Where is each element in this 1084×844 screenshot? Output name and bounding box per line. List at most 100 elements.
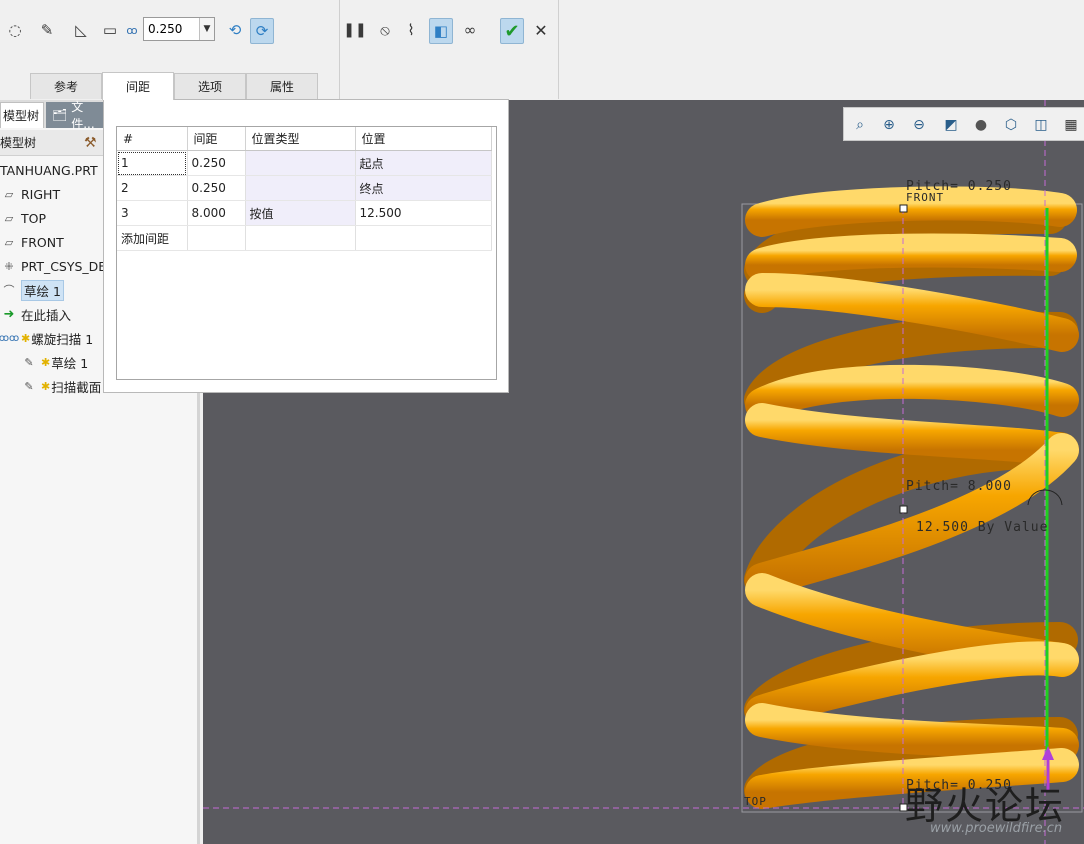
pitch-table-header-row: # 间距 位置类型 位置 — [117, 127, 492, 151]
chevron-down-icon[interactable]: ▼ — [199, 18, 214, 40]
row-number-cell[interactable]: 3 — [117, 200, 188, 226]
top-plane-label: TOP — [744, 795, 767, 808]
empty-cell — [187, 225, 246, 251]
saved-orientations-icon[interactable]: ⬡ — [1000, 114, 1022, 136]
add-pitch-link[interactable]: 添加间距 — [117, 225, 188, 251]
location-label-mid[interactable]: 12.500 By Value — [916, 520, 1048, 535]
tab-files[interactable]: 🗂 文件... — [46, 100, 106, 131]
pitch-cell[interactable]: 8.000 — [187, 200, 246, 226]
column-header-location[interactable]: 位置 — [355, 127, 492, 151]
dashboard-ribbon: ◌ ✎ ◺ ▭ ꝏ ▼ ⟲ ⟳ ❚❚ ⦸ ⌇ ◧ ∞ ✔ ✕ 参考 间距 选项 … — [0, 0, 1084, 101]
tab-pitch[interactable]: 间距 — [102, 72, 174, 100]
ribbon-empty-area — [558, 0, 1084, 99]
tree-item-label: PRT_CSYS_DEF — [21, 258, 114, 274]
sketch-edit-icon[interactable]: ✎ — [36, 18, 58, 42]
location-cell[interactable]: 12.500 — [355, 200, 492, 226]
tree-item-sweep-section[interactable]: ✎ ✱ 扫描截面 — [20, 375, 101, 397]
sketch-edit-icon: ✎ — [24, 355, 34, 369]
row-number-cell[interactable]: 2 — [117, 175, 188, 201]
spring-front-coils — [745, 186, 1079, 809]
zoom-fit-icon[interactable]: ⌕ — [849, 114, 871, 136]
no-preview-icon[interactable]: ⦸ — [374, 18, 396, 42]
geometry-preview-icon[interactable]: ⌇ — [400, 18, 422, 42]
tab-properties[interactable]: 属性 — [246, 73, 318, 99]
verify-icon[interactable]: ◧ — [429, 18, 453, 44]
pitch-value-input[interactable] — [144, 18, 204, 40]
pitch-value-combobox[interactable]: ▼ — [143, 17, 215, 41]
view-manager-icon[interactable]: ◫ — [1030, 114, 1052, 136]
tree-item-insert-here[interactable]: ➜ 在此插入 — [0, 303, 71, 325]
pitch-table: # 间距 位置类型 位置 1 0.250 起点 2 0.250 终点 3 8.0… — [116, 126, 497, 380]
insert-arrow-icon: ➜ — [3, 306, 15, 322]
column-header-number[interactable]: # — [117, 127, 188, 151]
location-cell[interactable]: 终点 — [355, 175, 492, 201]
datum-plane-icon: ▱ — [4, 211, 14, 225]
location-cell[interactable]: 起点 — [355, 150, 492, 176]
display-style-icon[interactable]: ● — [970, 114, 992, 136]
thicken-icon[interactable]: ▭ — [99, 18, 121, 42]
location-type-cell[interactable] — [245, 150, 356, 176]
tree-item-top-plane[interactable]: ▱ TOP — [0, 207, 46, 229]
pitch-cell[interactable]: 0.250 — [187, 175, 246, 201]
tree-item-sketch-1[interactable]: ⌒ 草绘 1 — [0, 279, 64, 301]
tree-item-helical-sweep[interactable]: ꝏꝏ ✱ 螺旋扫描 1 — [0, 327, 93, 349]
tab-model-tree[interactable]: 模型树 — [0, 102, 44, 128]
view-toolbar: ⌕ ⊕ ⊖ ◩ ● ⬡ ◫ ▦ — [843, 107, 1084, 141]
table-row[interactable]: 2 0.250 终点 — [117, 175, 492, 201]
pitch-label-mid[interactable]: Pitch= 8.000 — [906, 479, 1012, 494]
modified-star-icon: ✱ — [41, 355, 51, 369]
ok-icon[interactable]: ✔ — [500, 18, 524, 44]
right-hand-icon[interactable]: ⟳ — [250, 18, 274, 44]
pause-icon[interactable]: ❚❚ — [343, 18, 366, 42]
table-row[interactable]: 3 8.000 按值 12.500 — [117, 200, 492, 226]
empty-cell — [355, 225, 492, 251]
coordinate-system-icon: ⁜ — [4, 259, 14, 273]
front-plane-label: FRONT — [906, 191, 945, 204]
tree-item-label: 草绘 1 — [21, 279, 64, 301]
pitch-cell[interactable]: 0.250 — [187, 150, 246, 176]
location-type-cell[interactable]: 按值 — [245, 200, 356, 226]
tab-options[interactable]: 选项 — [174, 73, 246, 99]
sketch-edit-icon: ✎ — [24, 379, 34, 393]
folder-icon: 🗂 — [52, 108, 68, 122]
datum-display-icon[interactable]: ▦ — [1060, 114, 1082, 136]
row-number-cell[interactable]: 1 — [117, 150, 188, 176]
watermark-url: www.proewildfire.cn — [930, 821, 1063, 836]
watermark: 野火论坛 www.proewildfire.cn — [905, 775, 1065, 836]
remove-material-icon[interactable]: ◺ — [70, 18, 92, 42]
surface-icon[interactable]: ◌ — [4, 18, 26, 42]
modified-star-icon: ✱ — [21, 331, 31, 345]
glasses-icon[interactable]: ∞ — [459, 18, 481, 42]
pitch-point-handle-mid[interactable] — [899, 505, 908, 514]
tree-item-label: FRONT — [21, 234, 64, 250]
tab-references[interactable]: 参考 — [30, 73, 102, 99]
add-pitch-row[interactable]: 添加间距 — [117, 225, 492, 251]
datum-plane-icon: ▱ — [4, 235, 14, 249]
table-row[interactable]: 1 0.250 起点 — [117, 150, 492, 176]
tree-item-label: TOP — [21, 210, 47, 226]
zoom-in-icon[interactable]: ⊕ — [878, 114, 900, 136]
helical-sweep-icon: ꝏꝏ — [0, 332, 20, 344]
pitch-point-handle-start[interactable] — [899, 204, 908, 213]
tree-item-label: TANHUANG.PRT — [0, 162, 98, 178]
location-type-cell[interactable] — [245, 175, 356, 201]
left-hand-icon[interactable]: ⟲ — [224, 18, 246, 42]
zoom-out-icon[interactable]: ⊖ — [908, 114, 930, 136]
cancel-icon[interactable]: ✕ — [530, 18, 552, 42]
tree-item-front-plane[interactable]: ▱ FRONT — [0, 231, 64, 253]
repaint-icon[interactable]: ◩ — [940, 114, 962, 136]
tree-item-right-plane[interactable]: ▱ RIGHT — [0, 183, 60, 205]
hammer-icon[interactable]: ⚒ — [84, 135, 97, 151]
empty-cell — [245, 225, 356, 251]
tree-item-sub-sketch[interactable]: ✎ ✱ 草绘 1 — [20, 351, 88, 373]
tree-item-csys[interactable]: ⁜ PRT_CSYS_DEF — [0, 255, 113, 277]
toolbar-separator — [339, 0, 340, 99]
tree-item-label: 在此插入 — [21, 307, 72, 323]
tree-item-label: 螺旋扫描 1 — [31, 331, 94, 347]
tree-item-label: 扫描截面 — [51, 379, 102, 395]
pitch-panel: # 间距 位置类型 位置 1 0.250 起点 2 0.250 终点 3 8.0… — [103, 99, 509, 393]
column-header-location-type[interactable]: 位置类型 — [245, 127, 356, 151]
tree-item-part[interactable]: TANHUANG.PRT — [0, 159, 98, 181]
tree-item-label: 草绘 1 — [51, 355, 89, 371]
column-header-pitch[interactable]: 间距 — [187, 127, 246, 151]
